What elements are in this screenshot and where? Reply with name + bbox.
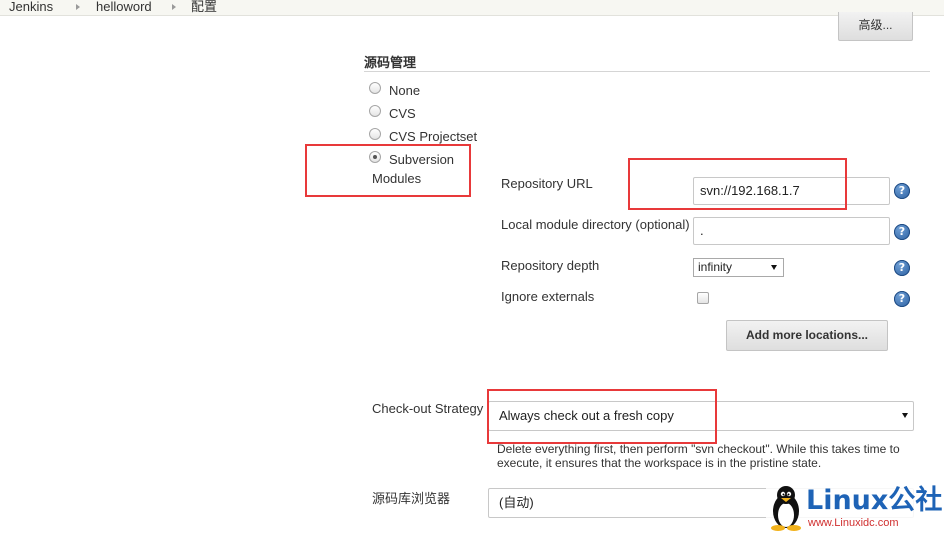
checkout-strategy-label: Check-out Strategy — [372, 401, 484, 416]
modules-label: Modules — [372, 171, 422, 186]
watermark: Linux公社 www.Linuxidc.com — [766, 484, 944, 535]
scm-radio-cvs[interactable] — [369, 105, 381, 117]
scm-section-title: 源码管理 — [364, 55, 417, 70]
repository-url-input[interactable]: svn://192.168.1.7 — [693, 177, 890, 205]
repository-depth-value: infinity — [698, 260, 733, 274]
checkout-strategy-value: Always check out a fresh copy — [499, 408, 674, 423]
local-module-directory-input[interactable]: . — [693, 217, 890, 245]
ignore-externals-checkbox[interactable] — [697, 292, 709, 304]
repository-browser-value: (自动) — [499, 495, 534, 510]
repository-depth-label: Repository depth — [501, 258, 600, 273]
scm-radio-none[interactable] — [369, 82, 381, 94]
scm-option-none[interactable]: None — [389, 83, 420, 98]
advanced-button[interactable]: 高级... — [838, 12, 913, 41]
local-module-directory-label: Local module directory (optional) — [501, 217, 690, 232]
scm-radio-cvs-projectset[interactable] — [369, 128, 381, 140]
help-icon[interactable]: ? — [894, 183, 910, 199]
breadcrumb-job[interactable]: helloword — [96, 0, 152, 14]
checkout-strategy-description: Delete everything first, then perform "s… — [497, 442, 900, 470]
scm-radio-subversion[interactable] — [369, 151, 381, 163]
watermark-url: www.Linuxidc.com — [808, 517, 899, 529]
section-divider — [364, 71, 930, 72]
add-more-locations-button[interactable]: Add more locations... — [726, 320, 888, 351]
help-icon[interactable]: ? — [894, 224, 910, 240]
repository-url-label: Repository URL — [501, 176, 593, 191]
watermark-brand: Linux公社 — [806, 485, 943, 516]
ignore-externals-label: Ignore externals — [501, 289, 595, 304]
breadcrumb-configure[interactable]: 配置 — [191, 0, 217, 14]
checkout-strategy-select[interactable]: Always check out a fresh copy — [488, 401, 914, 431]
repository-browser-label: 源码库浏览器 — [372, 491, 451, 506]
breadcrumb-separator-icon — [172, 4, 176, 10]
scm-option-cvs-projectset[interactable]: CVS Projectset — [389, 129, 477, 144]
tux-penguin-icon — [771, 486, 801, 531]
breadcrumb-jenkins[interactable]: Jenkins — [9, 0, 53, 14]
help-icon[interactable]: ? — [894, 291, 910, 307]
scm-option-cvs[interactable]: CVS — [389, 106, 416, 121]
chevron-down-icon — [902, 413, 908, 418]
breadcrumb-separator-icon — [76, 4, 80, 10]
help-icon[interactable]: ? — [894, 260, 910, 276]
breadcrumb: Jenkins helloword 配置 — [0, 0, 944, 16]
scm-option-subversion[interactable]: Subversion — [389, 152, 454, 167]
chevron-down-icon — [771, 265, 777, 270]
